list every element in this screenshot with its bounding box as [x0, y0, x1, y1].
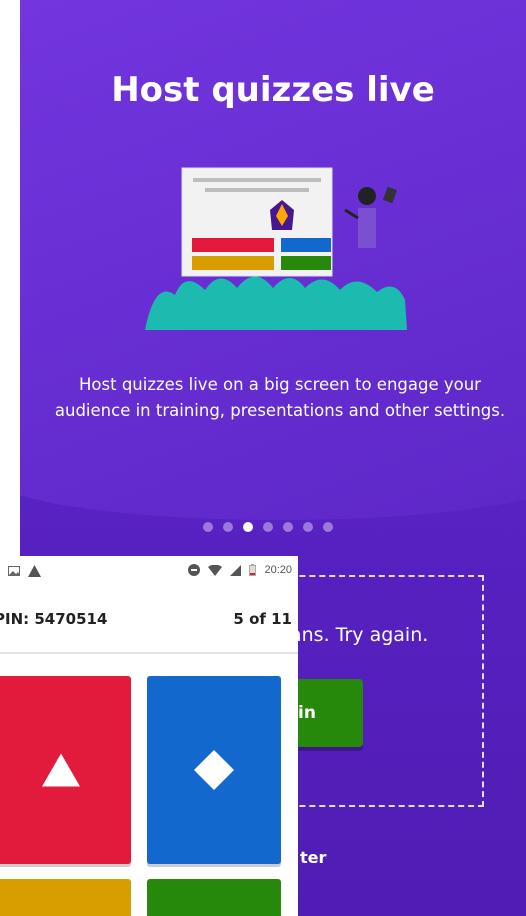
- onboarding-description: Host quizzes live on a big screen to eng…: [54, 375, 506, 420]
- signal-icon: [230, 564, 242, 576]
- page-dot[interactable]: [223, 522, 233, 532]
- host-quiz-illustration: [145, 167, 407, 330]
- status-time: 20:20: [264, 564, 292, 576]
- warning-icon: [28, 565, 41, 577]
- enter-pin-link[interactable]: ter: [300, 848, 326, 867]
- status-bar: 20:20: [0, 556, 298, 586]
- triangle-icon: [41, 753, 80, 787]
- page-dot[interactable]: [303, 522, 313, 532]
- question-progress: 5 of 11: [233, 610, 292, 628]
- wifi-icon: [208, 564, 223, 576]
- page-dot[interactable]: [283, 522, 293, 532]
- player-screen: 20:20 PIN: 5470514 5 of 11: [0, 556, 298, 916]
- image-icon: [8, 566, 20, 576]
- game-header: PIN: 5470514 5 of 11: [0, 586, 298, 654]
- answer-blue-diamond[interactable]: [147, 676, 281, 864]
- page-dot[interactable]: [203, 522, 213, 532]
- battery-icon: [249, 564, 257, 576]
- do-not-disturb-icon: [188, 564, 201, 576]
- page-dot[interactable]: [263, 522, 273, 532]
- page-indicator[interactable]: [203, 522, 333, 532]
- page-dot[interactable]: [323, 522, 333, 532]
- page-dot-active[interactable]: [243, 522, 253, 532]
- error-message: ans. Try again.: [290, 624, 429, 646]
- answer-green-square[interactable]: [147, 879, 281, 916]
- page-title: Host quizzes live: [111, 70, 435, 110]
- game-pin: PIN: 5470514: [0, 610, 108, 628]
- answer-yellow-circle[interactable]: [0, 879, 131, 916]
- diamond-icon: [194, 750, 234, 790]
- answer-red-triangle[interactable]: [0, 676, 131, 864]
